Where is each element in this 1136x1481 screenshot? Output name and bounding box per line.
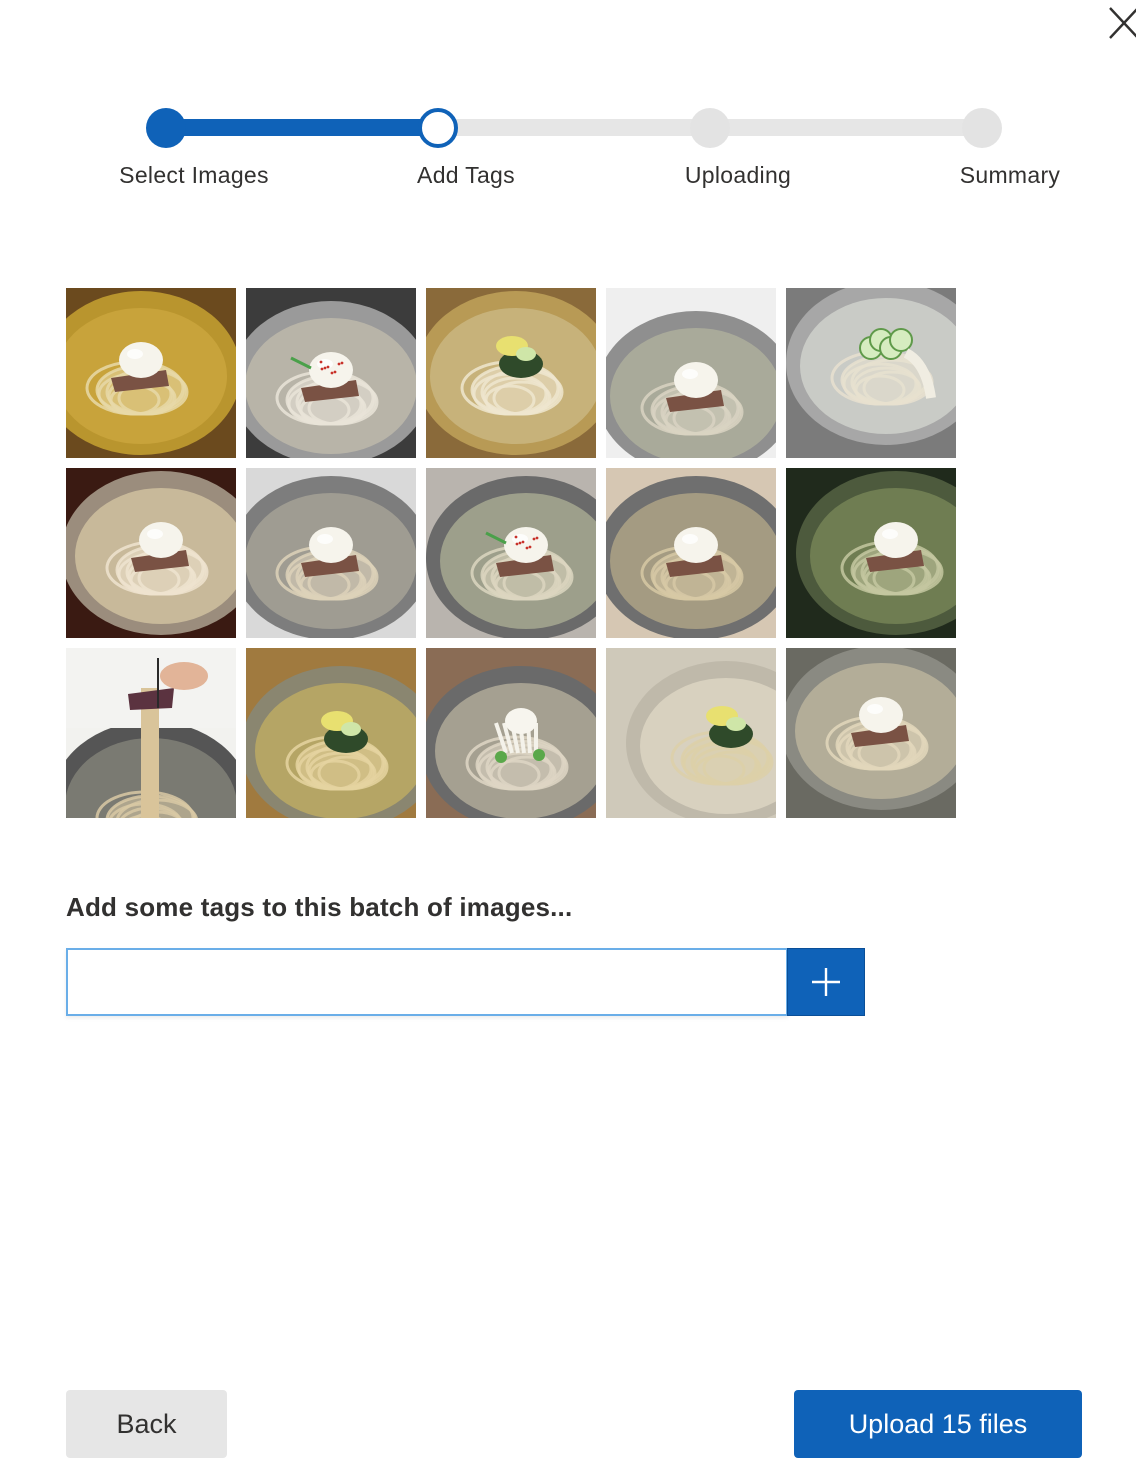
- food-photo: [426, 288, 596, 458]
- food-photo: [606, 648, 776, 818]
- food-photo: [66, 288, 236, 458]
- food-photo: [786, 288, 956, 458]
- image-thumbnail[interactable]: [606, 648, 776, 818]
- tag-input[interactable]: [66, 948, 788, 1016]
- image-thumbnail[interactable]: [786, 648, 956, 818]
- back-button[interactable]: Back: [66, 1390, 227, 1458]
- image-thumbnail[interactable]: [426, 288, 596, 458]
- upload-dialog: Select Images Add Tags Uploading Summary…: [0, 0, 1136, 1481]
- image-thumbnail[interactable]: [66, 288, 236, 458]
- plus-icon: [812, 968, 840, 996]
- food-photo: [606, 468, 776, 638]
- upload-button[interactable]: Upload 15 files: [794, 1390, 1082, 1458]
- image-thumbnail[interactable]: [786, 468, 956, 638]
- food-photo: [606, 288, 776, 458]
- image-thumbnail[interactable]: [606, 288, 776, 458]
- image-thumbnail[interactable]: [66, 648, 236, 818]
- image-thumbnail[interactable]: [426, 468, 596, 638]
- image-thumbnail[interactable]: [606, 468, 776, 638]
- image-thumbnail[interactable]: [66, 468, 236, 638]
- image-thumbnail[interactable]: [246, 288, 416, 458]
- food-photo: [426, 468, 596, 638]
- image-thumbnail[interactable]: [426, 648, 596, 818]
- image-thumbnail-grid: [66, 288, 956, 818]
- food-photo: [66, 468, 236, 638]
- step-label-add-tags: Add Tags: [417, 162, 515, 188]
- step-dot-summary: [962, 108, 1002, 148]
- food-photo: [786, 468, 956, 638]
- image-thumbnail[interactable]: [246, 468, 416, 638]
- tags-prompt: Add some tags to this batch of images...: [66, 892, 573, 922]
- step-dot-select-images: [146, 108, 186, 148]
- food-photo: [426, 648, 596, 818]
- step-label-select-images: Select Images: [119, 162, 269, 188]
- image-thumbnail[interactable]: [786, 288, 956, 458]
- stepper-track-complete: [166, 119, 438, 136]
- food-photo: [246, 648, 416, 818]
- step-label-summary: Summary: [959, 162, 1061, 188]
- progress-stepper: Select Images Add Tags Uploading Summary: [0, 0, 1136, 220]
- add-tag-button[interactable]: [787, 948, 865, 1016]
- step-label-uploading: Uploading: [684, 162, 792, 188]
- step-dot-add-tags: [418, 108, 458, 148]
- food-photo: [66, 648, 236, 818]
- step-dot-uploading: [690, 108, 730, 148]
- image-thumbnail[interactable]: [246, 648, 416, 818]
- food-photo: [786, 648, 956, 818]
- food-photo: [246, 288, 416, 458]
- food-photo: [246, 468, 416, 638]
